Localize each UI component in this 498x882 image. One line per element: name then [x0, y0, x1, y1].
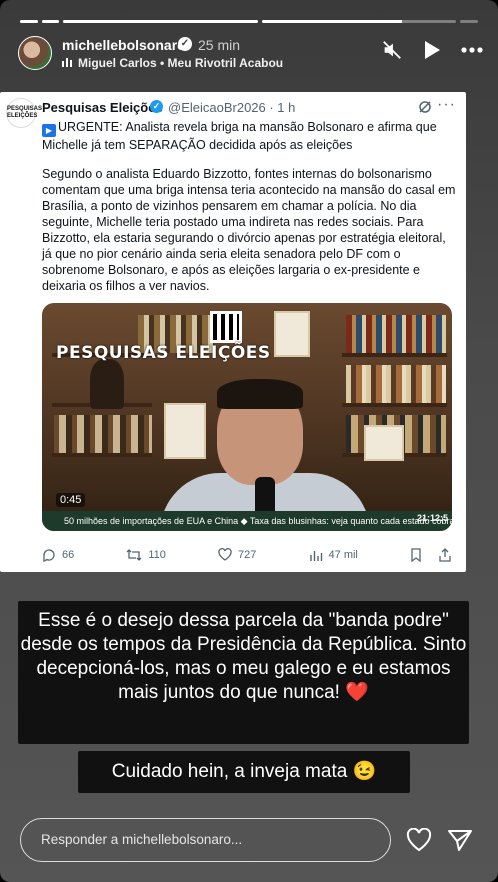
progress-segment [20, 20, 38, 23]
like-heart-icon[interactable] [405, 826, 433, 854]
retweet-action: 110 [126, 548, 166, 562]
story-caption-secondary: Cuidado hein, a inveja mata 😉 [78, 751, 410, 793]
play-icon[interactable] [420, 38, 444, 62]
reply-action: 66 [42, 548, 74, 562]
story-viewer[interactable]: michellebolsonaro ✓ 25 min Miguel Carlos… [0, 0, 498, 882]
heart-icon [218, 548, 232, 561]
more-icon[interactable] [460, 38, 484, 62]
mute-icon[interactable] [380, 38, 404, 62]
verified-icon: ✓ [150, 100, 163, 113]
music-text: Miguel Carlos • Meu Rivotril Acabou [78, 56, 284, 70]
progress-segment [41, 20, 60, 23]
reply-input[interactable]: Responder a michellebolsonaro... [20, 818, 391, 862]
tweet-handle: @EleicaoBr2026 · 1 h [168, 100, 296, 115]
tweet-author-name: Pesquisas Eleições [42, 100, 163, 115]
play-emoji-icon: ▶ [42, 124, 56, 137]
tweet-more-icon: ··· [437, 96, 456, 113]
music-label[interactable]: Miguel Carlos • Meu Rivotril Acabou [62, 56, 283, 70]
story-caption-main: Esse é o desejo dessa parcela da "banda … [18, 601, 469, 744]
account-logo: PESQUISAS ELEIÇÕES [6, 98, 42, 128]
tweet-body: Segundo o analista Eduardo Bizzotto, fon… [42, 167, 456, 293]
video-speaker [160, 379, 370, 531]
tweet-card[interactable]: PESQUISAS ELEIÇÕES Pesquisas Eleições ✓ … [0, 92, 466, 572]
story-progress [20, 20, 479, 23]
progress-segment [460, 20, 479, 23]
video-ticker: 50 milhões de importações de EUA e China… [42, 511, 452, 531]
share-actions [410, 548, 452, 562]
send-direct-icon[interactable] [446, 826, 474, 854]
story-header: michellebolsonaro ✓ 25 min Miguel Carlos… [18, 32, 484, 76]
progress-segment-current [261, 20, 457, 23]
reply-icon [43, 549, 55, 562]
avatar[interactable] [18, 36, 52, 70]
video-duration: 0:45 [56, 493, 86, 507]
reply-placeholder: Responder a michellebolsonaro... [41, 832, 243, 847]
grok-icon [418, 100, 432, 114]
share-icon [439, 548, 451, 562]
qr-code-icon [210, 311, 242, 343]
tweet-headline: ▶ URGENTE: Analista revela briga na mansã… [42, 120, 437, 152]
verified-icon: ✓ [178, 37, 192, 51]
progress-segment [63, 20, 258, 23]
username[interactable]: michellebolsonaro [62, 37, 186, 53]
tweet-actions: 66 110 727 47 mil [42, 548, 452, 562]
video-overlay-title: PESQUISAS ELEIÇÕES [56, 343, 271, 363]
bust-statue [90, 359, 124, 409]
views-action: 47 mil [309, 548, 358, 562]
tweet-video: PESQUISAS ELEIÇÕES 0:45 50 milhões de im… [42, 303, 452, 531]
like-action: 727 [218, 548, 256, 562]
bookmark-icon [411, 548, 421, 562]
music-bars-icon [62, 56, 72, 70]
retweet-icon [126, 549, 142, 561]
post-time: 25 min [198, 37, 241, 53]
views-chart-icon [309, 551, 322, 561]
